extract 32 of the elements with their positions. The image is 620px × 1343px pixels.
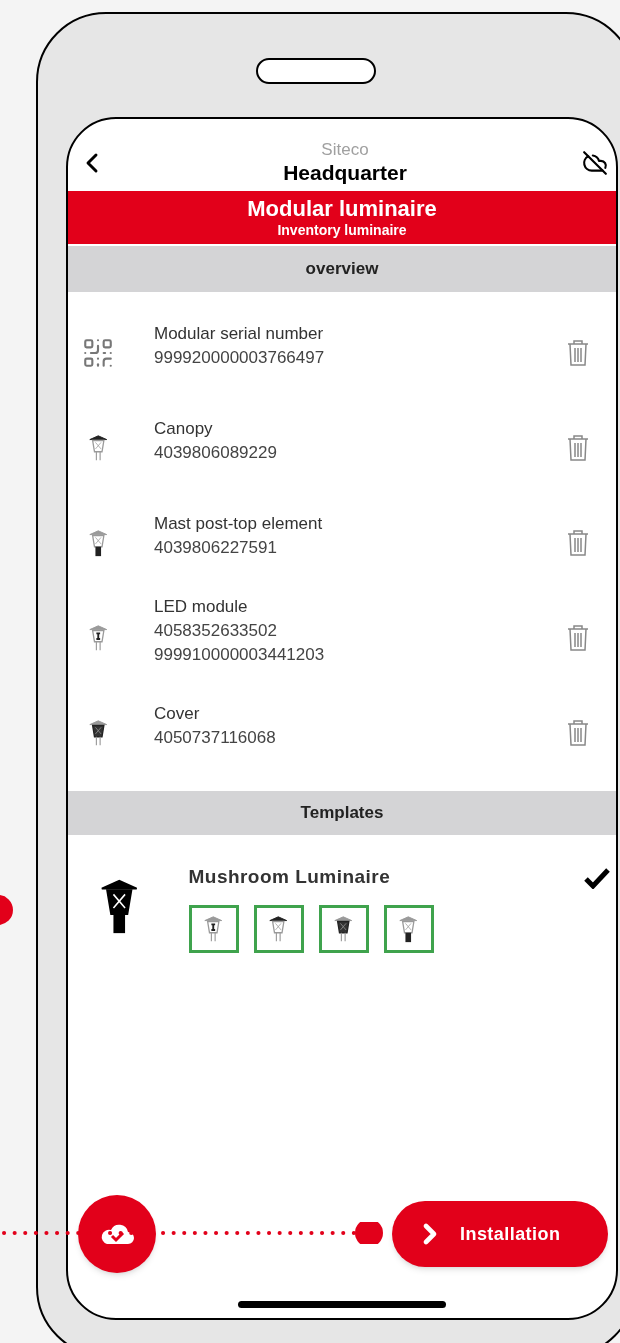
item-label: Modular serial number	[154, 323, 325, 345]
cloud-check-icon	[99, 1223, 135, 1245]
template-name: Mushroom Luminaire	[188, 864, 392, 889]
item-label: Mast post-top element	[154, 513, 324, 535]
item-label: Canopy	[154, 418, 214, 440]
item-label: Cover	[154, 703, 201, 725]
banner-subtitle: Inventory luminaire	[277, 222, 407, 240]
item-label: LED module	[154, 596, 249, 618]
trash-icon[interactable]	[566, 624, 590, 652]
item-value: 4039806089229	[154, 442, 278, 464]
sync-button[interactable]	[78, 1195, 156, 1273]
section-title: Templates	[300, 801, 384, 824]
lamp-icon	[267, 914, 290, 944]
lamp-icon	[397, 914, 420, 944]
banner-title: Modular luminaire	[247, 194, 437, 222]
item-value: 4039806227591	[154, 537, 278, 559]
cloud-off-icon[interactable]	[582, 149, 608, 176]
header-title: Headquarter	[283, 160, 407, 187]
lamp-icon	[202, 914, 225, 944]
section-title: overview	[305, 257, 379, 280]
trash-icon[interactable]	[566, 434, 590, 462]
item-value: 4058352633502	[154, 620, 278, 642]
installation-button[interactable]: Installation	[392, 1201, 608, 1267]
trash-icon[interactable]	[566, 719, 590, 747]
item-value: 4050737116068	[154, 727, 277, 749]
trash-icon[interactable]	[566, 529, 590, 557]
header-supertitle: Siteco	[321, 139, 369, 161]
qr-code-icon	[81, 336, 115, 370]
lamp-icon	[332, 914, 355, 944]
item-value: 999910000003441203	[154, 644, 326, 666]
trash-icon[interactable]	[566, 339, 590, 367]
item-value: 999920000003766497	[154, 347, 326, 369]
